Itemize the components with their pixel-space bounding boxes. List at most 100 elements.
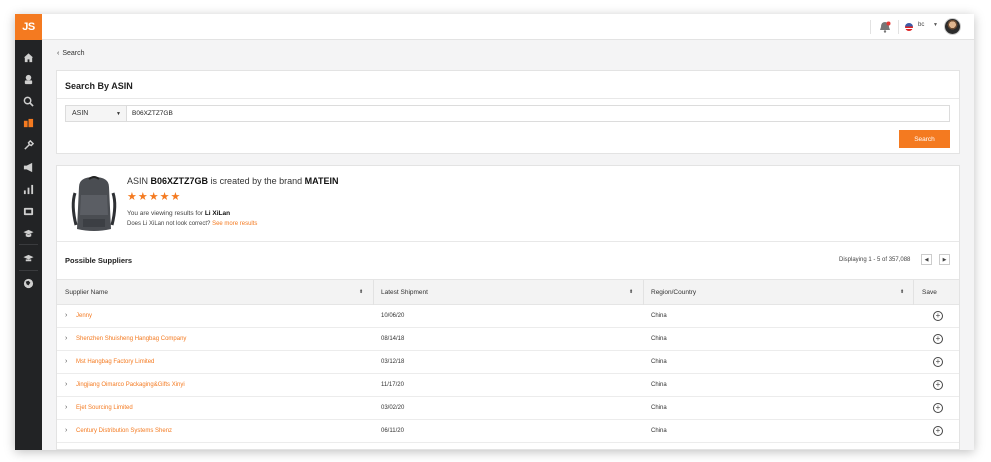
table-row[interactable]: › Jingjiang Oimarco Packaging&Gifts Xiny…	[57, 374, 959, 397]
sidebar-divider	[19, 244, 38, 245]
search-type-select[interactable]: ASIN ▼	[65, 105, 127, 122]
search-card-title: Search By ASIN	[65, 81, 133, 91]
avatar[interactable]	[944, 18, 961, 35]
add-circle-icon[interactable]: +	[933, 380, 943, 390]
chevron-right-icon[interactable]: ›	[65, 335, 67, 342]
chevron-right-icon[interactable]: ›	[65, 312, 67, 319]
col-region-country[interactable]: Region/Country	[651, 289, 696, 296]
back-link[interactable]: ‹ Search	[57, 50, 88, 57]
result-asin: B06XZTZ7GB	[150, 176, 209, 186]
back-link-label: Search	[62, 50, 85, 57]
column-divider	[373, 280, 374, 305]
add-circle-icon[interactable]: +	[933, 334, 943, 344]
viewing-name: Li XiLan	[204, 210, 231, 217]
latest-shipment-cell: 03/02/20	[381, 405, 405, 411]
latest-shipment-cell: 08/14/18	[381, 336, 405, 342]
col-latest-shipment[interactable]: Latest Shipment	[381, 289, 428, 296]
asin-search-input[interactable]: B06XZTZ7GB	[126, 105, 950, 122]
rating-stars: ★★★★★	[127, 191, 182, 203]
ads-icon[interactable]	[15, 200, 42, 222]
supplier-name-link[interactable]: Mst Hangbag Factory Limited	[76, 359, 154, 365]
bell-icon[interactable]	[878, 20, 892, 34]
latest-shipment-cell: 11/17/20	[381, 382, 404, 388]
table-row[interactable]: › Shenzhen Shuisheng Hangbag Company 08/…	[57, 328, 959, 351]
column-divider	[643, 280, 644, 305]
chevron-down-icon[interactable]: ▼	[933, 22, 938, 28]
analytics-icon[interactable]	[15, 178, 42, 200]
table-row[interactable]: › Mst Hangbag Factory Limited 03/12/18 C…	[57, 351, 959, 374]
column-divider	[913, 280, 914, 305]
table-row[interactable]: › Jenny 10/06/20 China +	[57, 305, 959, 328]
chevron-right-icon[interactable]: ›	[65, 381, 67, 388]
table-row[interactable]: › Century Distribution Systems Shenz 06/…	[57, 420, 959, 443]
latest-shipment-cell: 10/06/20	[381, 313, 405, 319]
sort-icon[interactable]: ⬍	[629, 289, 633, 295]
region-cell: China	[651, 428, 667, 434]
correct-prefix: Does Li XiLan not look correct?	[127, 221, 211, 227]
region-cell: China	[651, 405, 667, 411]
chevron-right-icon[interactable]: ›	[65, 427, 67, 434]
search-icon[interactable]	[15, 90, 42, 112]
sidebar: JS	[15, 14, 42, 450]
result-headline: ASIN B06XZTZ7GB is created by the brand …	[127, 176, 338, 186]
search-card: Search By ASIN ASIN ▼ B06XZTZ7GB Search	[56, 70, 960, 154]
us-flag-icon[interactable]	[905, 23, 913, 31]
add-circle-icon[interactable]: +	[933, 403, 943, 413]
app-window: JS bc ▼ ‹ Search Search By ASIN ASIN ▼ B06…	[15, 14, 974, 450]
sort-icon[interactable]: ⬍	[359, 289, 363, 295]
chevron-left-icon: ‹	[57, 50, 60, 57]
viewing-prefix: You are viewing results for	[127, 210, 203, 217]
university-icon[interactable]	[15, 247, 42, 269]
pagination-summary: Displaying 1 - 5 of 357,088	[839, 257, 911, 263]
suppliers-title: Possible Suppliers	[65, 256, 133, 265]
chevron-right-icon[interactable]: ›	[65, 404, 67, 411]
megaphone-icon[interactable]	[15, 156, 42, 178]
col-save: Save	[922, 289, 937, 296]
see-more-results-link[interactable]: See more results	[212, 221, 257, 227]
latest-shipment-cell: 03/12/18	[381, 359, 405, 365]
chevron-right-icon[interactable]: ›	[65, 358, 67, 365]
result-card: ASIN B06XZTZ7GB is created by the brand …	[56, 165, 960, 450]
home-icon[interactable]	[15, 46, 42, 68]
region-cell: China	[651, 359, 667, 365]
js-logo[interactable]: JS	[15, 14, 42, 40]
add-circle-icon[interactable]: +	[933, 426, 943, 436]
latest-shipment-cell: 06/11/20	[381, 428, 404, 434]
product-image	[71, 176, 117, 231]
result-brand: MATEIN	[304, 176, 339, 186]
sort-icon[interactable]: ⬍	[900, 289, 904, 295]
globe-icon[interactable]	[15, 272, 42, 294]
topbar-divider	[870, 20, 871, 34]
card-divider	[57, 98, 959, 99]
top-bar: bc ▼	[42, 14, 974, 40]
col-supplier-name[interactable]: Supplier Name	[65, 289, 108, 296]
search-type-value: ASIN	[72, 110, 89, 117]
graduation-cap-icon[interactable]	[15, 222, 42, 244]
supplier-database-icon[interactable]	[15, 112, 42, 134]
search-button[interactable]: Search	[899, 130, 950, 148]
add-circle-icon[interactable]: +	[933, 357, 943, 367]
supplier-name-link[interactable]: Century Distribution Systems Shenz	[76, 428, 172, 434]
sidebar-divider	[19, 270, 38, 271]
card-divider	[57, 241, 959, 242]
headline-mid: is created by the brand	[210, 176, 303, 186]
correct-note: Does Li XiLan not look correct? See more…	[127, 221, 257, 227]
region-cell: China	[651, 382, 667, 388]
account-name[interactable]: bc	[918, 22, 924, 28]
region-cell: China	[651, 336, 667, 342]
add-circle-icon[interactable]: +	[933, 311, 943, 321]
viewing-note: You are viewing results for Li XiLan	[127, 210, 230, 217]
tools-icon[interactable]	[15, 134, 42, 156]
supplier-name-link[interactable]: Ejet Sourcing Limited	[76, 405, 133, 411]
table-row[interactable]: › Ejet Sourcing Limited 03/02/20 China +	[57, 397, 959, 420]
supplier-name-link[interactable]: Jingjiang Oimarco Packaging&Gifts Xinyi	[76, 382, 185, 388]
table-header: Supplier Name ⬍ Latest Shipment ⬍ Region…	[57, 279, 959, 305]
region-cell: China	[651, 313, 667, 319]
prev-page-button[interactable]: ◀	[921, 254, 932, 265]
next-page-button[interactable]: ▶	[939, 254, 950, 265]
academy-icon[interactable]	[15, 68, 42, 90]
headline-prefix: ASIN	[127, 176, 149, 186]
topbar-divider	[898, 20, 899, 34]
supplier-name-link[interactable]: Jenny	[76, 313, 92, 319]
supplier-name-link[interactable]: Shenzhen Shuisheng Hangbag Company	[76, 336, 186, 342]
